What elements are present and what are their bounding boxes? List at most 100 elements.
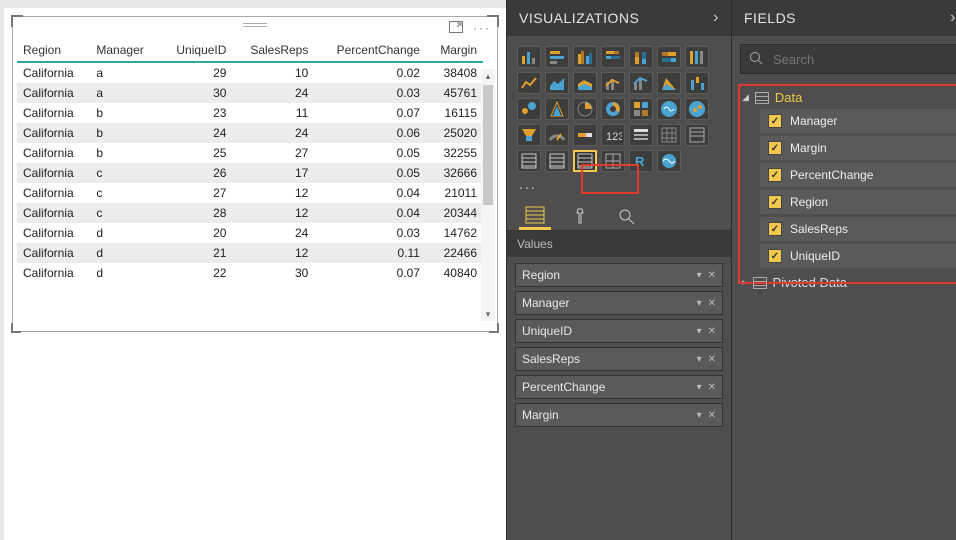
- column-header[interactable]: PercentChange: [314, 39, 426, 62]
- remove-icon[interactable]: ✕: [708, 410, 716, 421]
- chevron-down-icon[interactable]: ▾: [697, 354, 702, 365]
- chevron-down-icon[interactable]: ▾: [697, 326, 702, 337]
- remove-icon[interactable]: ✕: [708, 382, 716, 393]
- field-item[interactable]: ✓PercentChange: [760, 163, 956, 187]
- scroll-up-icon[interactable]: ▴: [481, 69, 495, 83]
- checkbox-checked-icon[interactable]: ✓: [768, 168, 782, 182]
- visualization-type-button[interactable]: [685, 72, 709, 94]
- checkbox-checked-icon[interactable]: ✓: [768, 195, 782, 209]
- visualization-type-button[interactable]: [573, 46, 597, 68]
- visualization-type-button[interactable]: [629, 72, 653, 94]
- analytics-tab[interactable]: [611, 202, 643, 230]
- column-header[interactable]: SalesReps: [232, 39, 314, 62]
- visualization-type-button[interactable]: [545, 124, 569, 146]
- visualization-type-button[interactable]: [685, 98, 709, 120]
- visualization-type-button[interactable]: [545, 150, 569, 172]
- visualization-type-button[interactable]: [601, 150, 625, 172]
- table-node[interactable]: ▸Pivoted Data: [740, 271, 956, 294]
- table-row[interactable]: Californiac27120.0421011: [17, 183, 483, 203]
- field-item[interactable]: ✓Manager: [760, 109, 956, 133]
- field-well-item[interactable]: PercentChange▾✕: [515, 375, 723, 399]
- table-row[interactable]: Californiac28120.0420344: [17, 203, 483, 223]
- more-visuals-icon[interactable]: ...: [507, 174, 731, 194]
- visualization-type-button[interactable]: [517, 72, 541, 94]
- search-input[interactable]: [771, 51, 951, 68]
- visualization-type-button[interactable]: [685, 124, 709, 146]
- field-well-item[interactable]: UniqueID▾✕: [515, 319, 723, 343]
- visualization-type-button[interactable]: [517, 124, 541, 146]
- remove-icon[interactable]: ✕: [708, 298, 716, 309]
- checkbox-checked-icon[interactable]: ✓: [768, 249, 782, 263]
- table-row[interactable]: Californiac26170.0532666: [17, 163, 483, 183]
- table-row[interactable]: Californiab24240.0625020: [17, 123, 483, 143]
- fields-tab[interactable]: [519, 202, 551, 230]
- visualization-type-button[interactable]: [629, 46, 653, 68]
- column-header[interactable]: Manager: [90, 39, 159, 62]
- visualization-type-button[interactable]: [657, 72, 681, 94]
- fields-search[interactable]: [740, 44, 956, 74]
- scrollbar[interactable]: ▴ ▾: [481, 69, 495, 321]
- chevron-down-icon[interactable]: ▾: [697, 410, 702, 421]
- visualization-type-button[interactable]: [517, 46, 541, 68]
- visualization-type-button[interactable]: [573, 98, 597, 120]
- checkbox-checked-icon[interactable]: ✓: [768, 141, 782, 155]
- visualization-type-button[interactable]: [517, 98, 541, 120]
- table-row[interactable]: Californiaa29100.0238408: [17, 62, 483, 83]
- table-row[interactable]: Californiab25270.0532255: [17, 143, 483, 163]
- field-item[interactable]: ✓UniqueID: [760, 244, 956, 268]
- visualization-type-button[interactable]: [685, 46, 709, 68]
- field-well-item[interactable]: Region▾✕: [515, 263, 723, 287]
- visualization-type-button[interactable]: [629, 124, 653, 146]
- visualization-type-button[interactable]: [657, 98, 681, 120]
- field-well-item[interactable]: Margin▾✕: [515, 403, 723, 427]
- visualization-type-button[interactable]: R: [629, 150, 653, 172]
- visualization-type-button[interactable]: [657, 150, 681, 172]
- visualization-type-button[interactable]: [601, 46, 625, 68]
- focus-mode-icon[interactable]: [449, 21, 463, 36]
- scroll-down-icon[interactable]: ▾: [481, 307, 495, 321]
- visualization-type-button[interactable]: [601, 98, 625, 120]
- remove-icon[interactable]: ✕: [708, 354, 716, 365]
- table-row[interactable]: Californiab23110.0716115: [17, 103, 483, 123]
- visualization-type-button[interactable]: [657, 46, 681, 68]
- report-canvas[interactable]: ··· RegionManagerUniqueIDSalesRepsPercen…: [0, 0, 506, 540]
- visualizations-header[interactable]: VISUALIZATIONS ›: [507, 0, 731, 36]
- format-tab[interactable]: [565, 202, 597, 230]
- column-header[interactable]: Margin: [426, 39, 483, 62]
- table-row[interactable]: Californiad22300.0740840: [17, 263, 483, 283]
- visualization-type-button[interactable]: [657, 124, 681, 146]
- field-well-item[interactable]: Manager▾✕: [515, 291, 723, 315]
- more-options-icon[interactable]: ···: [473, 21, 491, 35]
- checkbox-checked-icon[interactable]: ✓: [768, 222, 782, 236]
- visualization-type-button[interactable]: [573, 72, 597, 94]
- chevron-down-icon[interactable]: ▾: [697, 298, 702, 309]
- chevron-right-icon[interactable]: ›: [713, 9, 719, 27]
- field-item[interactable]: ✓Margin: [760, 136, 956, 160]
- visualization-type-button[interactable]: [629, 98, 653, 120]
- table-row[interactable]: Californiad20240.0314762: [17, 223, 483, 243]
- column-header[interactable]: Region: [17, 39, 90, 62]
- table-visual[interactable]: ··· RegionManagerUniqueIDSalesRepsPercen…: [12, 16, 498, 332]
- fields-header[interactable]: FIELDS ›: [732, 0, 956, 36]
- field-item[interactable]: ✓Region: [760, 190, 956, 214]
- table-row[interactable]: Californiad21120.1122466: [17, 243, 483, 263]
- field-item[interactable]: ✓SalesReps: [760, 217, 956, 241]
- remove-icon[interactable]: ✕: [708, 326, 716, 337]
- visualization-type-button[interactable]: 123: [601, 124, 625, 146]
- visualization-type-button[interactable]: [545, 46, 569, 68]
- table-node[interactable]: ◢Data: [740, 86, 956, 109]
- field-well-item[interactable]: SalesReps▾✕: [515, 347, 723, 371]
- table-row[interactable]: Californiaa30240.0345761: [17, 83, 483, 103]
- checkbox-checked-icon[interactable]: ✓: [768, 114, 782, 128]
- column-header[interactable]: UniqueID: [160, 39, 233, 62]
- visualization-type-button[interactable]: [601, 72, 625, 94]
- remove-icon[interactable]: ✕: [708, 270, 716, 281]
- visualization-type-button[interactable]: [545, 98, 569, 120]
- chevron-right-icon[interactable]: ›: [950, 9, 956, 27]
- values-well[interactable]: Region▾✕Manager▾✕UniqueID▾✕SalesReps▾✕Pe…: [507, 257, 731, 433]
- table-visualization-button[interactable]: [573, 150, 597, 172]
- visualization-type-button[interactable]: [545, 72, 569, 94]
- drag-handle-icon[interactable]: [243, 23, 267, 27]
- visualization-type-button[interactable]: [573, 124, 597, 146]
- visualization-type-button[interactable]: [517, 150, 541, 172]
